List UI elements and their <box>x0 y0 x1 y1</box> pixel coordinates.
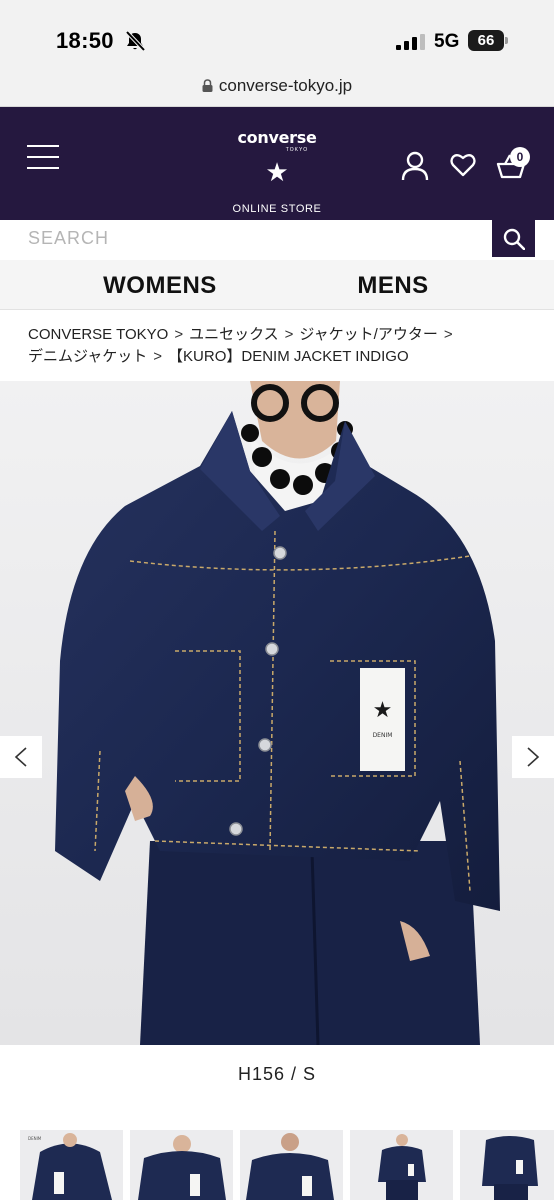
breadcrumb: CONVERSE TOKYO > ユニセックス > ジャケット/アウター > デニムジャケッ… <box>28 324 528 368</box>
breadcrumb-item-outerwear[interactable]: ジャケット/アウター <box>299 326 437 343</box>
bell-off-icon <box>125 30 146 52</box>
battery-icon: 66 <box>468 30 508 51</box>
search-bar <box>0 220 554 260</box>
online-store-label: ONLINE STORE <box>232 203 322 215</box>
product-image-carousel[interactable]: ★ DENIM <box>0 381 554 1045</box>
model-size-caption: H156 / S <box>237 1064 317 1084</box>
breadcrumb-separator: > <box>443 326 453 343</box>
breadcrumb-separator: > <box>284 326 294 343</box>
search-icon <box>503 228 525 250</box>
thumbnail-strip: DENIM <box>20 1130 554 1200</box>
breadcrumb-separator: > <box>153 348 163 365</box>
search-input[interactable] <box>20 220 492 256</box>
star-icon: ★ <box>265 157 289 187</box>
url-text: converse-tokyo.jp <box>218 76 353 95</box>
thumbnail-4[interactable] <box>350 1130 453 1200</box>
url-bar[interactable]: converse-tokyo.jp <box>0 66 554 107</box>
pocket-label: DENIM <box>373 732 393 739</box>
lock-icon <box>202 79 213 92</box>
breadcrumb-current: 【KURO】DENIM JACKET INDIGO <box>168 348 409 365</box>
status-bar: 18:50 5G 66 <box>0 0 554 66</box>
battery-level: 66 <box>468 30 504 51</box>
nav-mens[interactable]: MENS <box>318 272 468 300</box>
network-label: 5G <box>434 31 460 52</box>
thumbnail-1[interactable]: DENIM <box>20 1130 123 1200</box>
svg-text:★: ★ <box>373 698 393 723</box>
converse-logo[interactable]: converse TOKYO ★ <box>222 128 332 188</box>
nav-womens[interactable]: WOMENS <box>70 272 250 300</box>
thumbnail-3[interactable] <box>240 1130 343 1200</box>
cart-count-badge: 0 <box>510 147 530 167</box>
chevron-right-icon <box>527 747 540 767</box>
thumbnail-photo <box>130 1130 233 1200</box>
favorite-heart-icon[interactable] <box>450 153 476 177</box>
site-header: converse TOKYO ★ ONLINE STORE 0 <box>0 107 554 220</box>
breadcrumb-item-unisex[interactable]: ユニセックス <box>189 326 279 343</box>
hamburger-menu-icon[interactable] <box>27 145 59 169</box>
carousel-next-button[interactable] <box>512 736 554 778</box>
product-photo: ★ DENIM <box>0 381 554 1045</box>
thumbnail-label: DENIM <box>28 1136 42 1141</box>
breadcrumb-item-denim-jacket[interactable]: デニムジャケット <box>28 348 147 365</box>
signal-icon <box>396 34 425 50</box>
thumbnail-2[interactable] <box>130 1130 233 1200</box>
thumbnail-photo <box>350 1130 453 1200</box>
thumbnail-photo: DENIM <box>20 1130 123 1200</box>
chevron-left-icon <box>14 747 27 767</box>
status-time: 18:50 <box>56 28 114 53</box>
gender-nav: WOMENS MENS <box>0 260 554 310</box>
breadcrumb-separator: > <box>174 326 184 343</box>
logo-wordmark: converse <box>237 128 317 147</box>
carousel-prev-button[interactable] <box>0 736 42 778</box>
search-button[interactable] <box>492 220 535 257</box>
thumbnail-photo <box>240 1130 343 1200</box>
breadcrumb-item-home[interactable]: CONVERSE TOKYO <box>28 326 168 343</box>
thumbnail-5[interactable] <box>460 1130 554 1200</box>
user-account-icon[interactable] <box>401 151 429 181</box>
thumbnail-photo <box>460 1130 554 1200</box>
logo-subtext: TOKYO <box>285 147 309 153</box>
